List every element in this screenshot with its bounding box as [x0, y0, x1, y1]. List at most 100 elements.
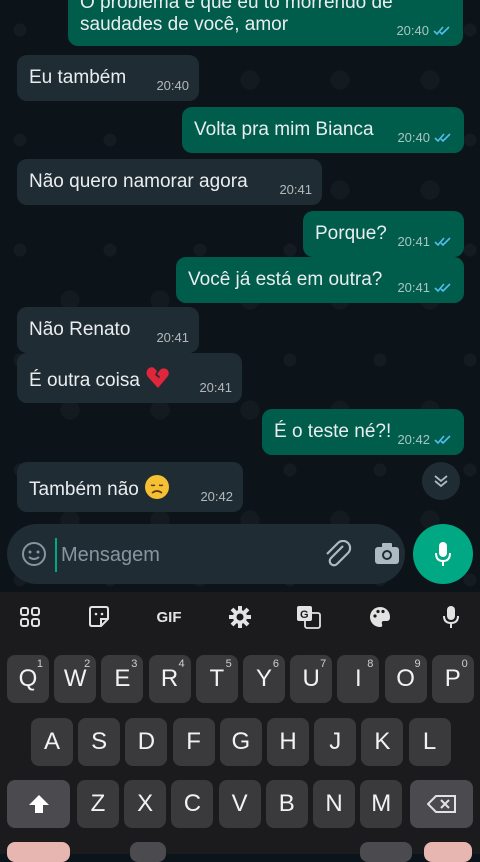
paperclip-icon[interactable]: [323, 540, 353, 568]
key-label: Q: [18, 665, 38, 692]
message-bubble-outgoing[interactable]: É o teste né?! 20:42: [262, 409, 464, 455]
message-meta: 20:40: [396, 23, 453, 38]
key-g[interactable]: G: [219, 718, 262, 766]
message-time: 20:41: [156, 330, 189, 345]
message-text-line2: saudades de você, amor: [80, 14, 289, 35]
key-y[interactable]: Y6: [243, 655, 285, 703]
message-meta: 20:41: [397, 280, 454, 295]
message-text: Também não: [29, 479, 139, 500]
message-meta: 20:41: [199, 380, 232, 395]
key-alt-label: 9: [414, 658, 421, 670]
key-b[interactable]: B: [265, 780, 308, 828]
message-text: Não quero namorar agora: [29, 171, 248, 192]
backspace-key[interactable]: [410, 780, 473, 828]
message-meta: 20:41: [279, 182, 312, 197]
key-f[interactable]: F: [172, 718, 215, 766]
key-k[interactable]: K: [361, 718, 404, 766]
message-text: O problema é que eu tô morrendo de: [80, 0, 393, 13]
partial-bottom-key[interactable]: [130, 842, 166, 862]
keyboard-mic-icon[interactable]: [438, 604, 464, 630]
key-x[interactable]: X: [124, 780, 167, 828]
message-bubble-incoming[interactable]: Eu também 20:40: [17, 55, 199, 101]
svg-text:G: G: [300, 609, 309, 621]
sticker-icon[interactable]: [86, 604, 112, 630]
message-time: 20:40: [156, 78, 189, 93]
message-bubble-outgoing[interactable]: O problema é que eu tô morrendo de sauda…: [68, 0, 463, 46]
settings-gear-icon[interactable]: [227, 604, 253, 630]
translate-icon[interactable]: G: [296, 604, 322, 630]
partial-bottom-key[interactable]: [424, 842, 472, 862]
keyboard-toolbar: GIF G: [0, 592, 480, 642]
key-alt-label: 4: [178, 658, 185, 670]
broken-heart-icon: [146, 367, 169, 388]
message-text: É o teste né?!: [274, 421, 392, 442]
message-meta: 20:40: [397, 130, 454, 145]
key-label: U: [302, 665, 320, 692]
shift-key[interactable]: [7, 780, 70, 828]
partial-bottom-key[interactable]: [360, 842, 412, 862]
key-n[interactable]: N: [313, 780, 355, 828]
message-composer: [7, 524, 405, 584]
key-o[interactable]: O9: [384, 655, 427, 703]
key-l[interactable]: L: [408, 718, 451, 766]
key-r[interactable]: R4: [148, 655, 191, 703]
message-meta: 20:41: [156, 330, 189, 345]
key-d[interactable]: D: [125, 718, 168, 766]
gif-button[interactable]: GIF: [152, 604, 186, 630]
key-t[interactable]: T5: [195, 655, 238, 703]
message-time: 20:42: [397, 432, 430, 447]
double-chevron-down-icon: [434, 475, 448, 488]
key-alt-label: 7: [320, 658, 327, 670]
message-text-with-emoji: É outra coisa: [29, 365, 171, 392]
message-text: Eu também: [29, 67, 127, 88]
key-c[interactable]: C: [171, 780, 214, 828]
apps-grid-icon[interactable]: [17, 604, 43, 630]
key-label: P: [444, 665, 461, 692]
key-a[interactable]: A: [31, 718, 73, 766]
key-alt-label: 2: [84, 658, 91, 670]
key-label: E: [114, 665, 131, 692]
camera-icon[interactable]: [373, 541, 401, 567]
key-z[interactable]: Z: [77, 780, 119, 828]
key-j[interactable]: J: [314, 718, 357, 766]
message-text: Porque?: [315, 223, 387, 244]
key-alt-label: 6: [272, 658, 279, 670]
message-bubble-incoming[interactable]: Não quero namorar agora 20:41: [17, 159, 322, 205]
key-alt-label: 0: [461, 658, 468, 670]
message-time: 20:41: [397, 234, 430, 249]
key-w[interactable]: W2: [54, 655, 97, 703]
key-alt-label: 8: [367, 658, 374, 670]
message-input[interactable]: [55, 538, 313, 572]
message-meta: 20:42: [200, 489, 233, 504]
key-q[interactable]: Q1: [7, 655, 49, 703]
emoji-smiley-icon[interactable]: [21, 541, 47, 567]
message-meta: 20:41: [397, 234, 454, 249]
scroll-to-bottom-button[interactable]: [422, 462, 460, 500]
key-u[interactable]: U7: [290, 655, 333, 703]
key-s[interactable]: S: [78, 718, 121, 766]
key-m[interactable]: M: [360, 780, 403, 828]
key-p[interactable]: P0: [431, 655, 474, 703]
disappointed-face-icon: [145, 475, 170, 499]
key-alt-label: 1: [36, 658, 43, 670]
read-receipt-icon: [434, 435, 451, 445]
message-bubble-incoming[interactable]: Também não 20:42: [17, 462, 243, 512]
voice-message-button[interactable]: [413, 524, 473, 584]
message-text: Volta pra mim Bianca: [194, 119, 374, 140]
message-bubble-incoming[interactable]: É outra coisa 20:41: [17, 353, 242, 403]
microphone-icon: [435, 542, 451, 566]
key-i[interactable]: I8: [337, 655, 380, 703]
message-bubble-outgoing[interactable]: Porque? 20:41: [303, 211, 464, 257]
key-label: O: [396, 665, 415, 692]
message-bubble-outgoing[interactable]: Você já está em outra? 20:41: [176, 257, 464, 303]
message-bubble-incoming[interactable]: Não Renato 20:41: [17, 307, 199, 353]
message-bubble-outgoing[interactable]: Volta pra mim Bianca 20:40: [182, 107, 464, 153]
key-e[interactable]: E3: [101, 655, 144, 703]
key-h[interactable]: H: [267, 718, 309, 766]
read-receipt-icon: [434, 133, 451, 143]
backspace-icon: [426, 795, 456, 813]
palette-icon[interactable]: [367, 604, 393, 630]
partial-bottom-key[interactable]: [7, 842, 70, 862]
key-v[interactable]: V: [218, 780, 261, 828]
key-alt-label: 3: [131, 658, 138, 670]
